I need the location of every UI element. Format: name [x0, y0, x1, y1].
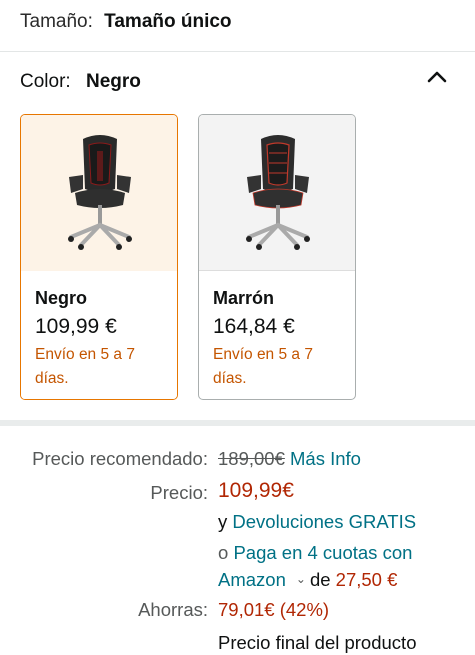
current-price: 109,99€ [218, 479, 294, 502]
variant-name: Negro [35, 288, 88, 308]
gaming-chair-icon [68, 135, 132, 250]
variant-shipping: Envío en 5 a 7 días. [35, 346, 135, 387]
recommended-price-label: Precio recomendado: [32, 448, 208, 469]
chevron-down-icon[interactable]: ⌄ [296, 567, 306, 591]
installment-amount: 27,50 € [335, 569, 398, 590]
recommended-price-row: 189,00€ Más Info [218, 447, 361, 471]
final-price-note: Precio final del producto [218, 632, 417, 653]
recommended-price: 189,00€ [218, 448, 285, 469]
savings-value: 79,01€ (42%) [218, 599, 330, 620]
gaming-chair-icon [246, 135, 310, 250]
color-value: Negro [85, 71, 141, 92]
installments-prefix: o [218, 542, 229, 563]
installments-of: de [309, 569, 331, 590]
section-divider [0, 420, 475, 426]
price-label: Precio: [150, 482, 208, 503]
variant-price: 109,99 € [35, 315, 117, 338]
chevron-up-icon[interactable] [424, 66, 450, 88]
size-label: Tamaño: [20, 11, 93, 32]
installments-row: o Paga en 4 cuotas con [218, 541, 412, 565]
variant-card-negro[interactable]: Negro 109,99 € Envío en 5 a 7 días. [20, 114, 178, 400]
color-selector-header[interactable]: Color: Negro [20, 70, 141, 94]
savings-label: Ahorras: [138, 599, 208, 620]
variant-price: 164,84 € [213, 315, 295, 338]
size-value: Tamaño único [104, 11, 232, 32]
installments-link-line1[interactable]: Paga en 4 cuotas con [233, 542, 412, 563]
color-label: Color: [20, 71, 71, 92]
size-selector: Tamaño: Tamaño único [20, 10, 232, 34]
returns-row: y Devoluciones GRATIS [218, 510, 416, 534]
installments-link-line2[interactable]: Amazon [218, 569, 286, 590]
divider [0, 51, 475, 52]
free-returns-link[interactable]: Devoluciones GRATIS [232, 511, 416, 532]
variant-shipping: Envío en 5 a 7 días. [213, 346, 313, 387]
variant-image [199, 115, 355, 271]
more-info-link[interactable]: Más Info [290, 448, 361, 469]
variant-image [21, 115, 177, 271]
variant-card-marron[interactable]: Marrón 164,84 € Envío en 5 a 7 días. [198, 114, 356, 400]
variant-name: Marrón [213, 288, 275, 308]
installments-row-2: Amazon ⌄ de 27,50 € [218, 567, 397, 592]
returns-prefix: y [218, 511, 228, 532]
